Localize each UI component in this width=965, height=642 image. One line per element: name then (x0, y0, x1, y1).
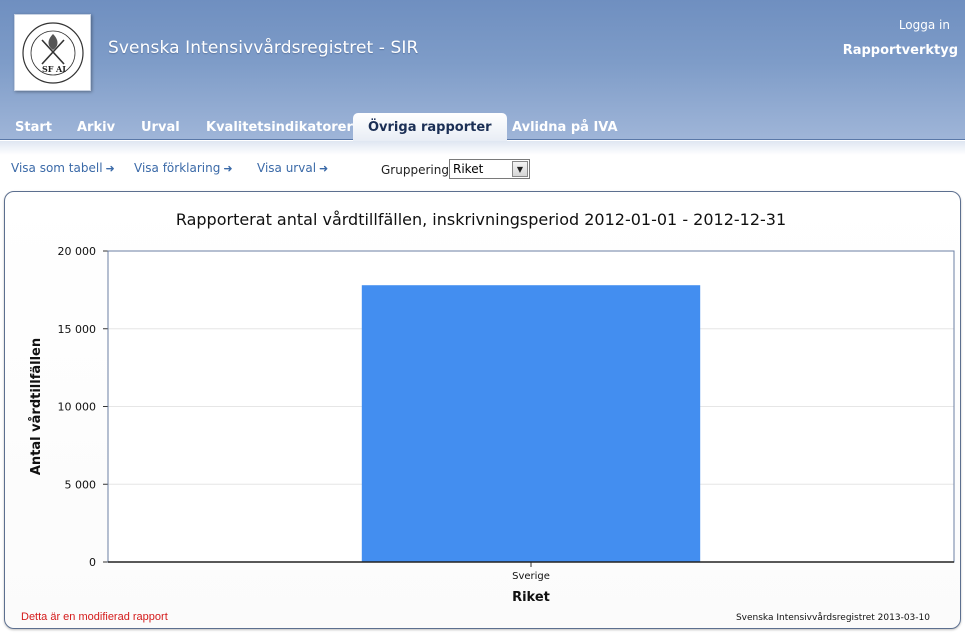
y-axis-label: Antal vårdtillfällen (29, 338, 44, 475)
y-tick-label: 15 000 (58, 323, 97, 336)
report-source-note: Svenska Intensivvårdsregistret 2013-03-1… (735, 613, 930, 623)
bar-chart: Rapporterat antal vårdtillfällen, inskri… (29, 210, 955, 605)
y-tick-label: 10 000 (58, 401, 97, 414)
x-axis-label: Riket (512, 590, 550, 605)
y-tick-label: 5 000 (65, 478, 97, 491)
y-tick-label: 0 (89, 556, 96, 569)
y-tick-label: 20 000 (58, 245, 97, 258)
chart-title: Rapporterat antal vårdtillfällen, inskri… (176, 210, 786, 229)
modified-report-note: Detta är en modifierad rapport (21, 611, 168, 623)
bar (361, 285, 701, 562)
x-tick-label: Sverige (512, 571, 550, 582)
